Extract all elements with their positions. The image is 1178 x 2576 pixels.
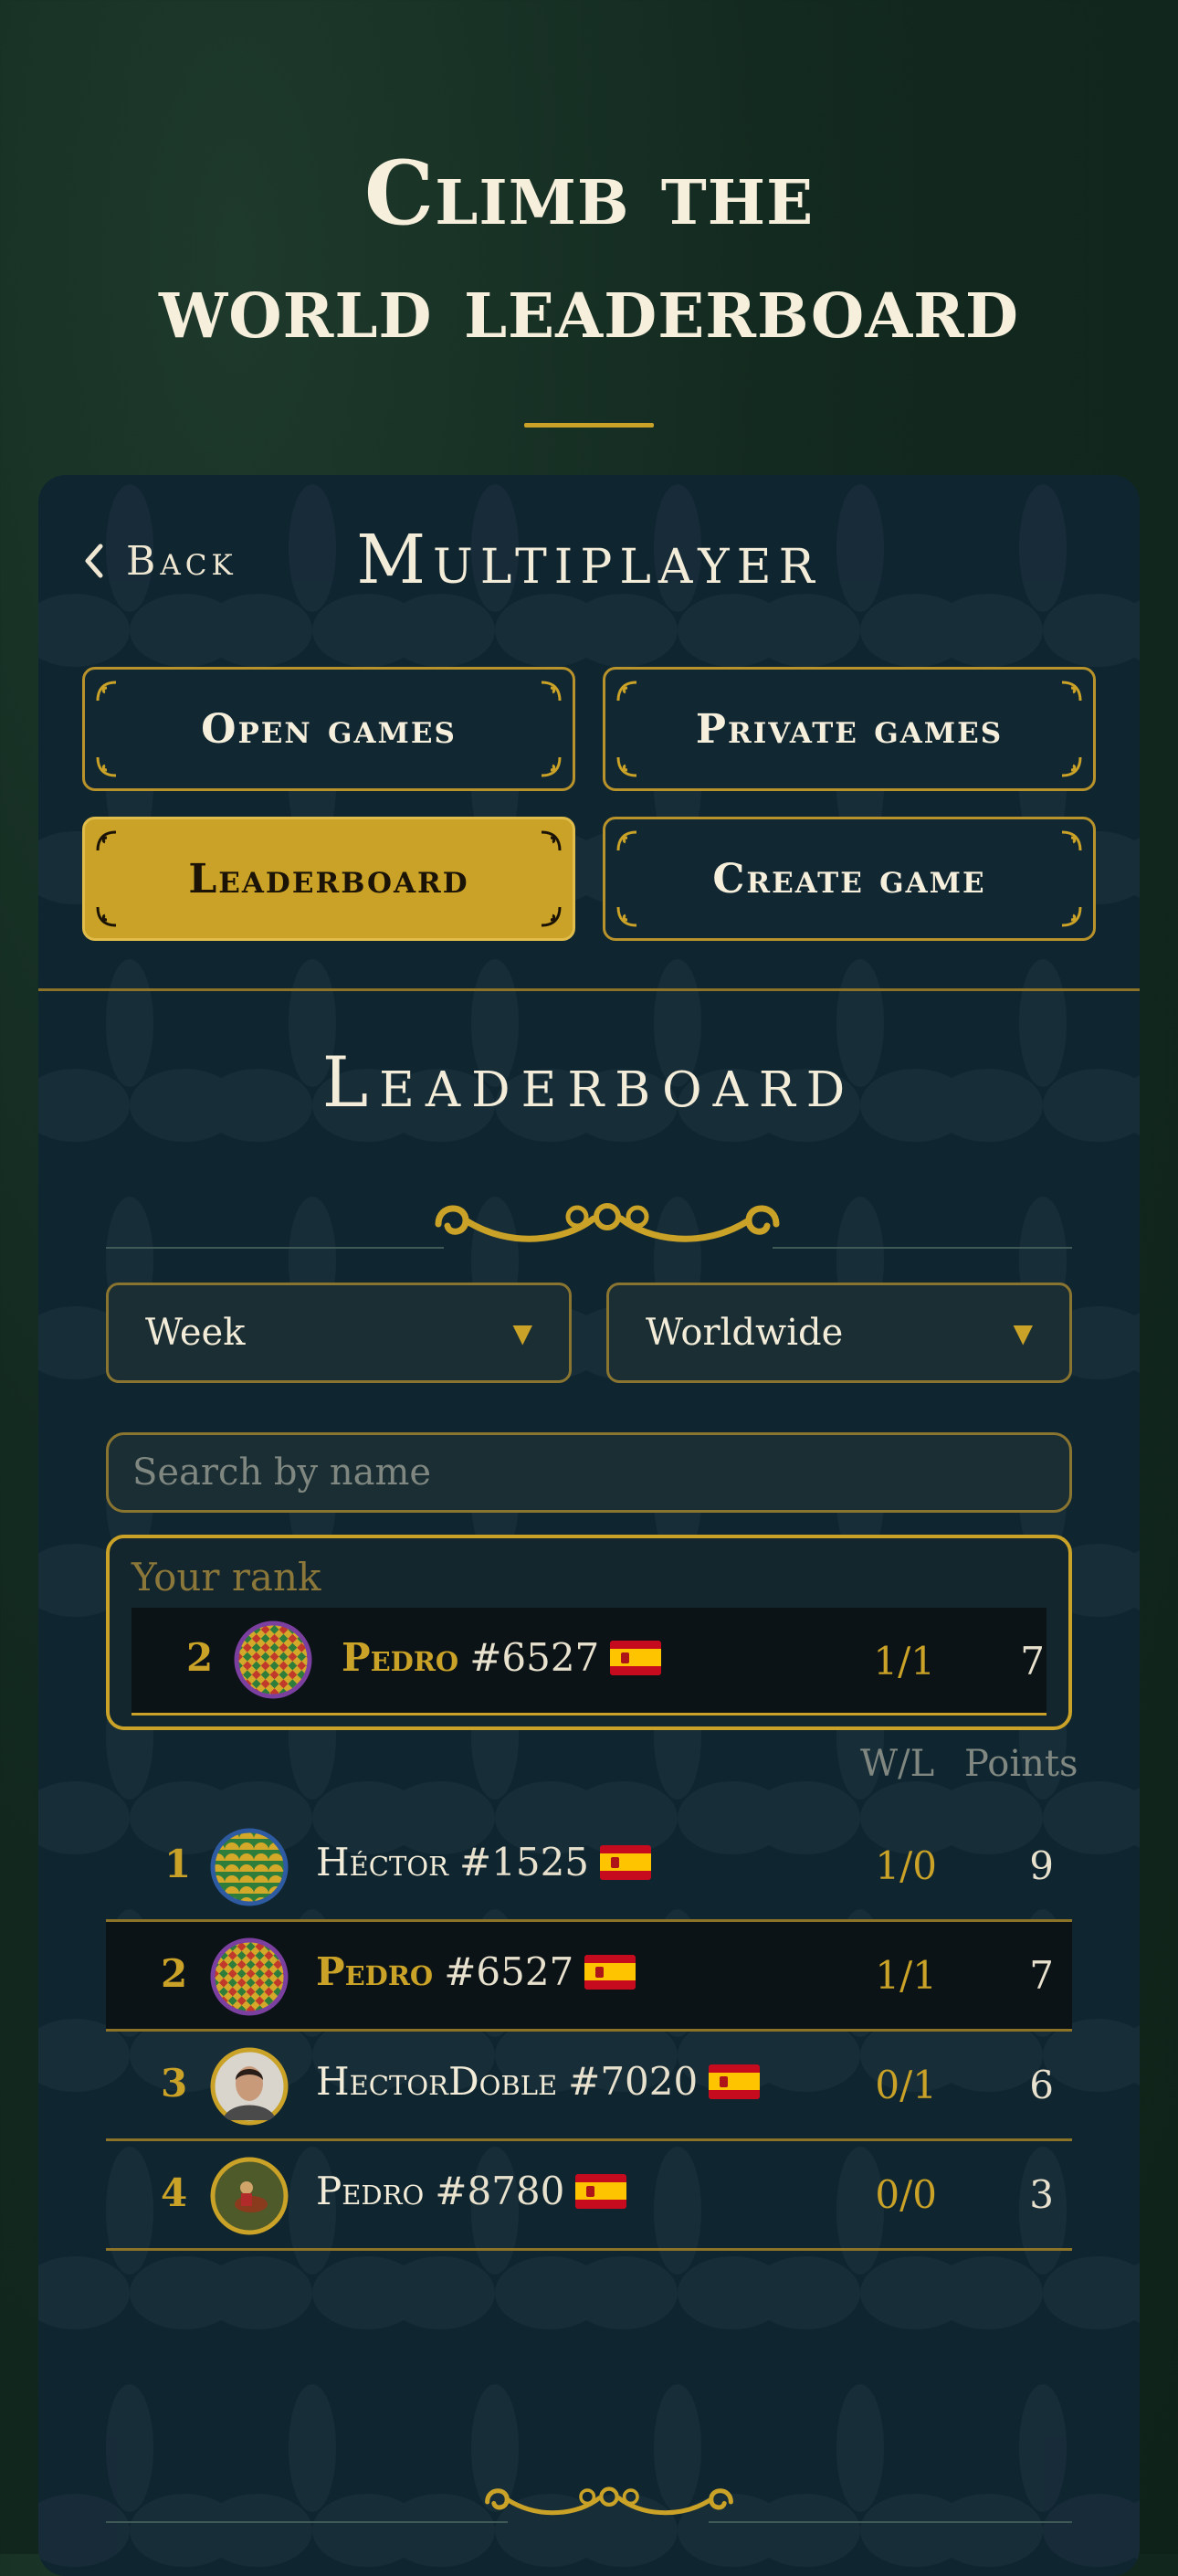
corner-flourish-icon [96,681,117,702]
corner-flourish-icon [96,906,117,927]
corner-flourish-icon [616,830,637,851]
avatar [210,1828,289,1906]
corner-flourish-icon [1061,906,1082,927]
corner-flourish-icon [96,830,117,851]
spain-flag-icon [600,1844,652,1880]
corner-flourish-icon [541,756,562,777]
tab-create-game[interactable]: Create game [603,817,1096,941]
avatar [210,1937,289,2016]
player-name: Héctor #1525 [316,1840,652,1884]
spain-flag-icon [575,2173,627,2209]
your-rank-card: Your rank 2 Pedro #6527 1/1 7 [106,1535,1072,1730]
player-name: Pedro #6527 [342,1635,662,1680]
player-name-text: HectorDoble [316,2059,558,2104]
corner-flourish-icon [1061,756,1082,777]
corner-flourish-icon [616,906,637,927]
hero-title-line2: world leaderboard [159,255,1019,358]
region-select[interactable]: Worldwide ▼ [606,1283,1072,1383]
player-tag: #7020 [568,2059,699,2104]
ornament-line-left [106,2521,508,2523]
tab-leaderboard[interactable]: Leaderboard [82,817,575,941]
player-tag: #6527 [469,1635,600,1680]
corner-flourish-icon [96,756,117,777]
period-select-value: Week [145,1312,246,1354]
tab-leaderboard-label: Leaderboard [188,855,469,903]
player-name-text: Pedro [316,2169,425,2213]
hero-title: Climb the world leaderboard [0,137,1178,364]
column-header-points: Points [964,1743,1078,1785]
rank-number: 4 [161,2170,188,2215]
leaderboard-title: Leaderboard [321,1041,857,1123]
ornament-line-right [709,2521,1072,2523]
player-wl: 1/1 [875,1953,937,1998]
rank-number: 2 [161,1951,188,1996]
player-tag: #8780 [435,2169,565,2213]
corner-flourish-icon [1061,830,1082,851]
player-tag: #6527 [444,1949,574,1994]
rank-number: 3 [161,2061,188,2106]
corner-flourish-icon [541,681,562,702]
player-name: Pedro #6527 [316,1949,636,1994]
your-rank-row[interactable]: 2 Pedro #6527 1/1 7 [131,1608,1047,1716]
your-rank-label: Your rank [131,1555,321,1599]
ornament-scroll-icon [485,2486,733,2516]
player-points: 6 [1029,2063,1054,2107]
player-wl: 1/0 [875,1843,937,1888]
player-points: 3 [1029,2172,1054,2217]
corner-flourish-icon [616,681,637,702]
hero-divider [524,423,654,428]
player-wl: 0/1 [875,2063,937,2107]
player-points: 9 [1029,1843,1054,1888]
player-points: 7 [1029,1953,1054,1998]
tab-create-game-label: Create game [712,855,986,903]
region-select-value: Worldwide [646,1312,844,1354]
leaderboard-row[interactable]: 1 Héctor #1525 1/0 9 [106,1812,1072,1922]
player-wl: 0/0 [875,2172,937,2217]
multiplayer-panel: Back Multiplayer Open games Private game… [38,475,1140,2576]
spain-flag-icon [584,1954,636,1990]
avatar [210,2047,289,2126]
player-tag: #1525 [458,1840,590,1884]
avatar [210,2157,289,2235]
rank-number: 1 [164,1842,192,1886]
player-name: HectorDoble #7020 [316,2059,761,2104]
dropdown-caret-icon: ▼ [512,1317,532,1348]
dropdown-caret-icon: ▼ [1013,1317,1033,1348]
tab-open-games-label: Open games [201,705,457,753]
leaderboard-row[interactable]: 4 Pedro #8780 0/0 3 [106,2141,1072,2251]
rank-number: 2 [186,1635,214,1680]
spain-flag-icon [610,1640,662,1675]
page-title: Multiplayer [356,521,822,599]
player-name: Pedro #8780 [316,2169,627,2213]
player-name-text: Héctor [316,1840,448,1884]
ornament-line-left [106,1247,444,1249]
section-divider [38,988,1140,991]
spain-flag-icon [709,2064,761,2099]
corner-flourish-icon [616,756,637,777]
search-input[interactable] [106,1432,1072,1513]
corner-flourish-icon [541,830,562,851]
leaderboard-row[interactable]: 3 HectorDoble #7020 0/1 6 [106,2032,1072,2141]
tab-private-games[interactable]: Private games [603,667,1096,791]
tab-private-games-label: Private games [695,705,1004,753]
player-points: 7 [1020,1639,1045,1684]
player-name-text: Pedro [342,1635,459,1680]
corner-flourish-icon [1061,681,1082,702]
corner-flourish-icon [541,906,562,927]
tab-open-games[interactable]: Open games [82,667,575,791]
player-wl: 1/1 [873,1639,935,1684]
period-select[interactable]: Week ▼ [106,1283,572,1383]
player-name-text: Pedro [316,1949,434,1994]
ornament-line-right [773,1247,1072,1249]
leaderboard-row[interactable]: 2 Pedro #6527 1/1 7 [106,1922,1072,2032]
hero-title-line1: Climb the [363,142,815,245]
ornament-scroll-icon [435,1203,780,1242]
column-header-wl: W/L [860,1743,935,1785]
avatar [234,1621,312,1699]
